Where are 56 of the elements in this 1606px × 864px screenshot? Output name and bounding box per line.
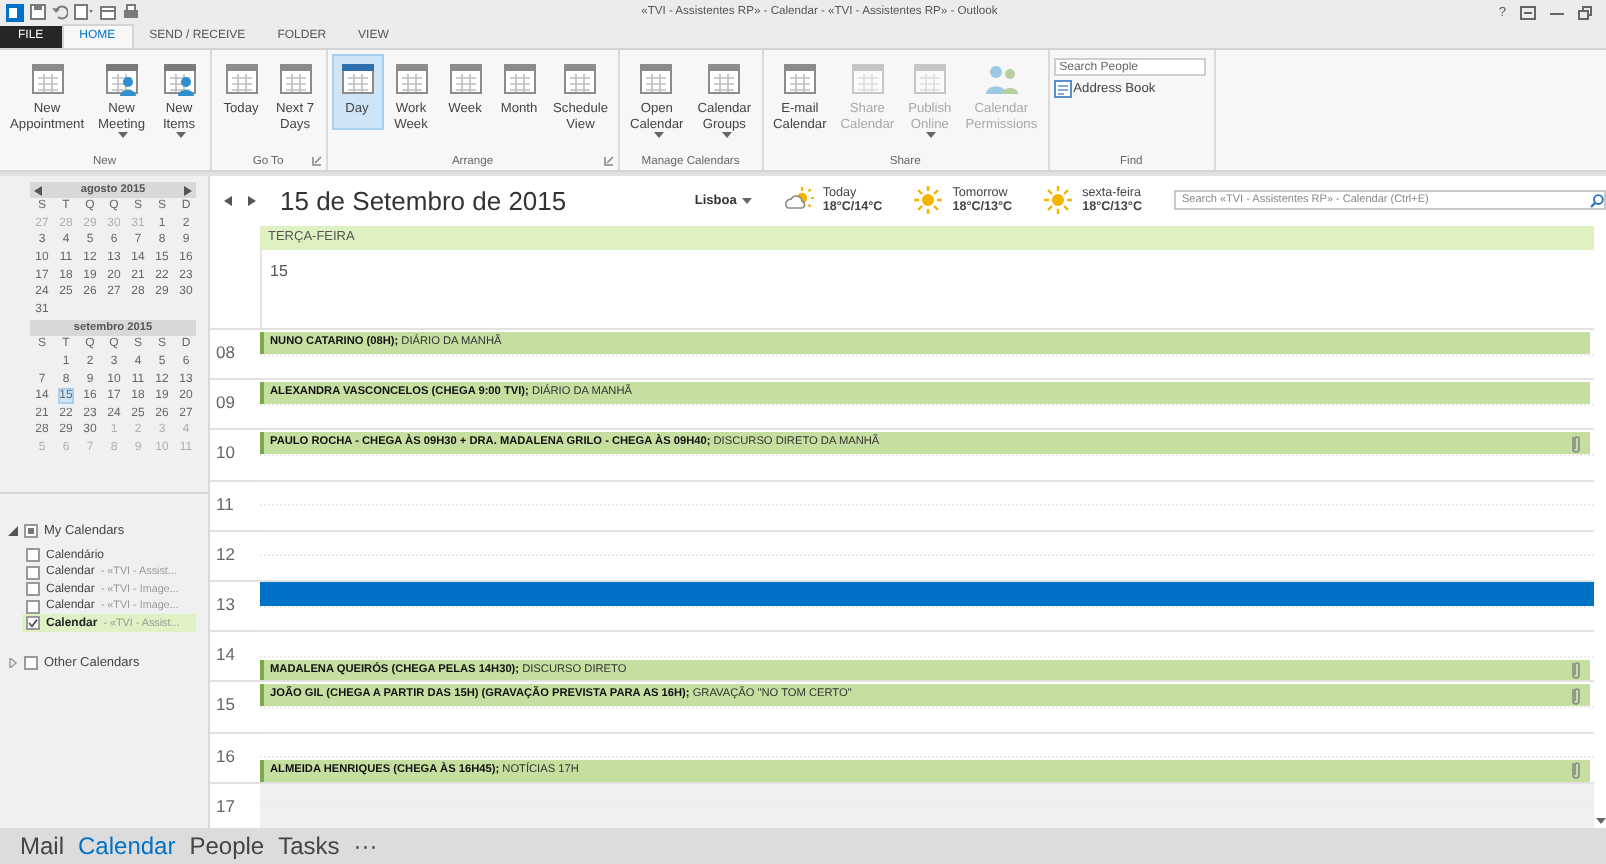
nav-link[interactable]: Calendar <box>78 832 176 860</box>
nav-link[interactable]: Mail <box>20 832 65 860</box>
scroll-down-icon[interactable] <box>1595 818 1605 824</box>
cloud-sun-icon <box>784 185 815 213</box>
calendar-icon <box>847 60 888 96</box>
calendar-icon <box>704 60 745 96</box>
calendar-icon <box>636 60 677 96</box>
hour-label: 11 <box>210 479 260 530</box>
address-book-icon <box>1053 80 1072 98</box>
checkbox[interactable] <box>24 523 38 538</box>
calendar-icon <box>27 60 68 96</box>
calendar-icon <box>275 60 315 96</box>
calendar-icon <box>391 60 431 96</box>
calendar-people-icon <box>159 60 199 96</box>
checkbox[interactable] <box>26 616 40 631</box>
nav-link[interactable]: People <box>189 832 265 860</box>
undo-icon[interactable] <box>52 4 68 20</box>
ribbon-display-icon[interactable] <box>1520 5 1536 19</box>
checkbox[interactable] <box>26 582 40 597</box>
checkbox[interactable] <box>26 548 40 563</box>
calendar-people-icon <box>101 60 142 96</box>
print-icon[interactable] <box>122 4 140 20</box>
calendar-icon <box>909 60 950 96</box>
collapse-icon[interactable] <box>8 525 18 536</box>
calendar-icon <box>337 60 377 96</box>
sun-icon <box>1044 185 1075 213</box>
next-icon[interactable] <box>248 195 256 205</box>
date-title: 15 de Setembro de 2015 <box>280 185 567 215</box>
expand-icon[interactable] <box>8 658 18 669</box>
calendar-icon <box>779 60 820 96</box>
app-icon <box>6 3 24 21</box>
checkbox[interactable] <box>26 565 40 580</box>
checkbox[interactable] <box>24 656 38 671</box>
people-icon <box>981 60 1022 96</box>
previous-icon[interactable] <box>34 185 42 195</box>
nav-link[interactable]: ··· <box>353 832 378 860</box>
search-icon[interactable] <box>1590 193 1604 207</box>
document-icon[interactable] <box>74 4 94 20</box>
dialog-launcher-icon[interactable] <box>604 156 614 166</box>
calendar-icon <box>560 60 601 96</box>
calendar-icon <box>445 60 485 96</box>
day-number: 15 <box>268 260 288 280</box>
calendar-icon[interactable] <box>100 4 116 20</box>
time-slot[interactable] <box>260 579 1594 606</box>
sun-icon <box>914 185 945 213</box>
save-icon[interactable] <box>30 4 46 20</box>
calendar-icon <box>221 60 261 96</box>
restore-icon[interactable] <box>1578 5 1592 19</box>
next-icon[interactable] <box>184 185 192 195</box>
hour-label: 12 <box>210 529 260 580</box>
dialog-launcher-icon[interactable] <box>311 156 321 166</box>
nav-link[interactable]: Tasks <box>278 832 340 860</box>
previous-icon[interactable] <box>224 195 232 205</box>
caret-icon <box>742 197 753 203</box>
checkbox[interactable] <box>26 599 40 614</box>
calendar-icon <box>499 60 539 96</box>
